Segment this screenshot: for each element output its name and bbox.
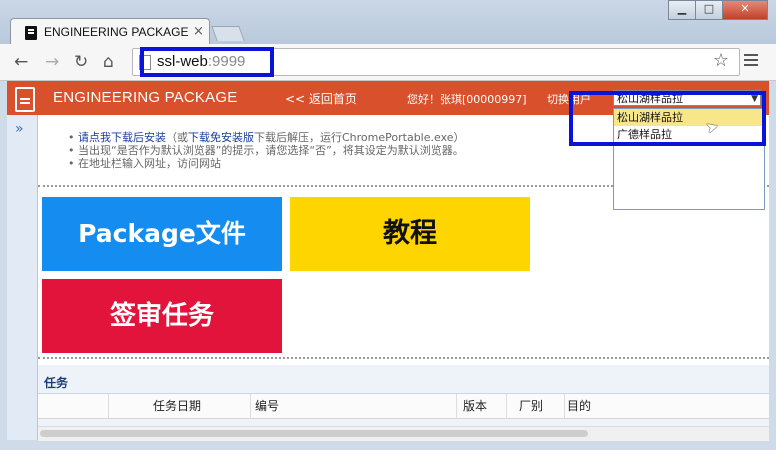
download-portable-link[interactable]: 下载免安装版 [188, 131, 254, 144]
task-panel: 任务 任务日期 编号 版本 厂别 目的 [38, 365, 769, 441]
tab-close-icon[interactable]: × [193, 24, 204, 39]
new-tab-button[interactable] [211, 26, 245, 41]
expand-sidebar-icon[interactable]: » [15, 121, 24, 137]
note-item: 请点我下载后安装（或下载免安装版下载后解压，运行ChromePortable.e… [68, 131, 465, 144]
tab-title: ENGINEERING PACKAGE [44, 25, 189, 39]
browser-tab[interactable]: ENGINEERING PACKAGE × [10, 18, 210, 47]
reload-icon[interactable]: ↻ [74, 52, 88, 72]
column-header[interactable]: 编号 [250, 394, 454, 418]
column-header[interactable]: 厂别 [506, 394, 562, 418]
user-greeting: 您好！张琪[00000997] [407, 93, 527, 106]
tab-strip: ENGINEERING PACKAGE × ▁ □ ✕ [0, 0, 776, 47]
sidebar: » [7, 115, 38, 440]
horizontal-scrollbar[interactable] [38, 426, 769, 441]
home-icon[interactable]: ⌂ [103, 52, 114, 72]
back-arrow-icon[interactable]: ← [14, 52, 28, 72]
browser-window: ENGINEERING PACKAGE × ▁ □ ✕ ← → ↻ ⌂ ssl-… [0, 0, 776, 450]
browser-toolbar: ← → ↻ ⌂ ssl-web:9999 ☆ [0, 44, 776, 81]
install-notes: 请点我下载后安装（或下载免安装版下载后解压，运行ChromePortable.e… [68, 131, 465, 170]
package-files-tile[interactable]: Package文件 [42, 197, 282, 271]
menu-icon[interactable] [744, 54, 758, 69]
maximize-icon[interactable]: □ [695, 0, 723, 20]
bookmark-star-icon[interactable]: ☆ [713, 50, 729, 71]
note-item: 当出现“是否作为默认浏览器”的提示，请您选择“否”，将其设定为默认浏览器。 [68, 144, 465, 157]
tutorial-tile[interactable]: 教程 [290, 197, 530, 271]
back-home-link[interactable]: << 返回首页 [285, 90, 357, 107]
url-highlight-box [140, 47, 274, 77]
forward-arrow-icon[interactable]: → [45, 52, 59, 72]
document-icon [15, 87, 35, 112]
column-header[interactable]: 版本 [456, 394, 504, 418]
review-tasks-tile[interactable]: 签审任务 [42, 279, 282, 353]
download-install-link[interactable]: 请点我下载后安装 [78, 131, 166, 144]
app-title: ENGINEERING PACKAGE [53, 89, 238, 106]
note-item: 在地址栏输入网址，访问网站 [68, 157, 465, 170]
minimize-icon[interactable]: ▁ [668, 0, 696, 20]
favicon-icon [25, 26, 37, 40]
window-controls: ▁ □ ✕ [668, 0, 768, 20]
task-panel-title: 任务 [44, 376, 69, 390]
column-header[interactable]: 任务日期 [108, 394, 248, 418]
task-table-header: 任务日期 编号 版本 厂别 目的 [38, 393, 769, 419]
column-header[interactable]: 目的 [564, 394, 624, 418]
close-window-icon[interactable]: ✕ [722, 0, 768, 20]
dropdown-highlight-box [569, 91, 766, 146]
divider [38, 357, 769, 359]
scrollbar-thumb[interactable] [40, 430, 588, 437]
